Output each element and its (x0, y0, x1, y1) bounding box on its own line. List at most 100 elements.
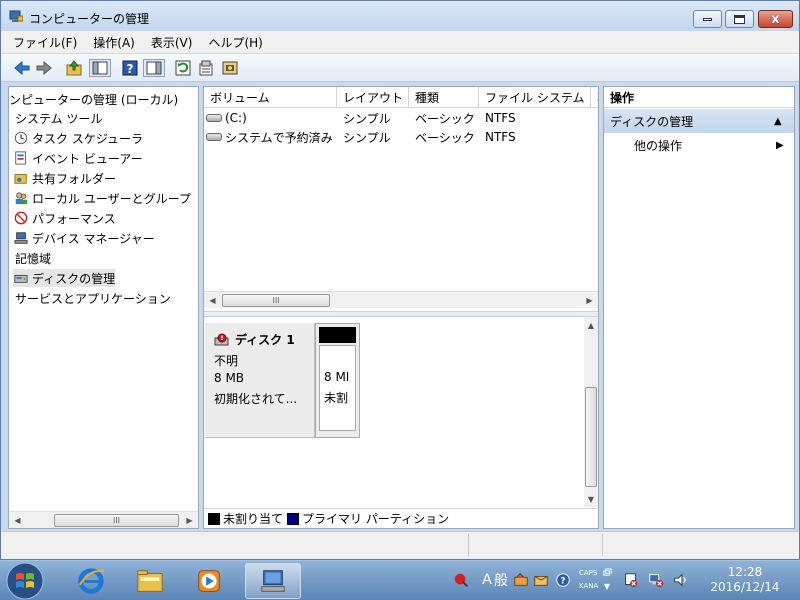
internet-explorer-icon (78, 568, 105, 594)
disk-scroll-thumb[interactable] (585, 387, 597, 487)
column-header-type[interactable]: 種類 (409, 87, 479, 108)
column-header-layout[interactable]: レイアウト (337, 87, 409, 108)
column-header-volume[interactable]: ボリューム (204, 87, 337, 108)
collapse-up-icon[interactable]: ▲ (774, 116, 782, 127)
actions-section-disk-management[interactable]: ディスクの管理 ▲ (604, 109, 794, 133)
drive-icon (206, 133, 222, 141)
network-icon[interactable] (647, 571, 665, 589)
action-center-icon[interactable] (622, 571, 640, 589)
media-player-taskbar-button[interactable] (181, 563, 237, 599)
maximize-icon (734, 14, 745, 24)
tree-item-event-viewer[interactable]: イベント ビューアー (13, 149, 143, 167)
volume-horizontal-scrollbar[interactable]: ◀ III ▶ (204, 291, 598, 308)
volume-list-pane: ボリューム レイアウト 種類 ファイル システム 状 (C:) シンプル ベーシ… (203, 86, 599, 529)
tree-item-label: ンピューターの管理 (ローカル) (9, 92, 179, 107)
minimize-button[interactable] (693, 10, 722, 28)
disk-alert-icon (214, 333, 230, 347)
scroll-up-icon[interactable]: ▲ (584, 317, 598, 334)
computer-management-icon (261, 570, 285, 592)
internet-explorer-taskbar-button[interactable] (63, 563, 119, 599)
volume-type: ベーシック (415, 111, 475, 126)
properties-icon[interactable] (197, 59, 215, 77)
tree-item-services-applications[interactable]: サービスとアプリケーション (15, 289, 171, 307)
status-divider (468, 534, 469, 556)
column-header-filesystem[interactable]: ファイル システム (479, 87, 591, 108)
users-icon (13, 190, 29, 206)
folder-icon (137, 570, 163, 592)
partition-body: 8 MI 未割 (319, 345, 356, 431)
tree-horizontal-scrollbar[interactable]: ◀ III ▶ (9, 511, 198, 528)
computer-management-taskbar-button[interactable] (245, 563, 301, 599)
more-actions-item[interactable]: 他の操作 ▶ (604, 135, 794, 155)
tree-scroll-thumb[interactable]: III (54, 514, 179, 527)
legend-primary-label: プライマリ パーティション (302, 512, 450, 526)
partition-size: 8 MI (324, 370, 350, 384)
menu-help[interactable]: ヘルプ(H) (208, 34, 262, 51)
disk-1-info[interactable]: ディスク 1 不明 8 MB 初期化されて... (205, 323, 315, 438)
volume-name: (C:) (225, 111, 247, 125)
tree-item-label: デバイス マネージャー (32, 231, 155, 246)
tree-item-label: ローカル ユーザーとグループ (32, 191, 191, 206)
status-divider (602, 534, 603, 556)
computer-management-icon (9, 10, 24, 23)
scroll-right-icon[interactable]: ▶ (581, 292, 598, 309)
ime-pad-icon[interactable] (532, 571, 550, 589)
actions-header: 操作 (604, 87, 794, 108)
scroll-left-icon[interactable]: ◀ (9, 512, 26, 529)
ime-tool-icon[interactable] (512, 571, 530, 589)
caps-indicator: CAPS (579, 569, 598, 577)
ime-help-icon[interactable]: ? (554, 571, 572, 589)
tree-item-performance[interactable]: パフォーマンス (13, 209, 116, 227)
tree-item-disk-management[interactable]: ディスクの管理 (13, 269, 116, 287)
shared-folder-icon (13, 170, 29, 186)
back-arrow-icon[interactable] (13, 59, 31, 77)
tree-item-shared-folders[interactable]: 共有フォルダー (13, 169, 116, 187)
volume-speaker-icon[interactable] (672, 571, 690, 589)
ime-conversion-mode[interactable]: 般 (492, 571, 510, 589)
tree-item-task-scheduler[interactable]: タスク スケジューラ (13, 129, 143, 147)
table-row[interactable]: システムで予約済み シンプル ベーシック NTFS (204, 128, 598, 146)
show-hide-action-pane-icon[interactable] (143, 59, 165, 77)
volume-column-headers: ボリューム レイアウト 種類 ファイル システム 状 (204, 87, 598, 108)
partition-state: 未割 (324, 391, 349, 405)
scroll-down-icon[interactable]: ▼ (584, 491, 598, 508)
help-icon[interactable]: ? (121, 59, 139, 77)
disk-vertical-scrollbar[interactable]: ▲ ▼ (584, 317, 598, 507)
menu-action[interactable]: 操作(A) (93, 34, 135, 51)
maximize-button[interactable] (725, 10, 754, 28)
tree-item-system-tools[interactable]: システム ツール (15, 109, 102, 127)
volume-scroll-thumb[interactable]: III (222, 294, 330, 307)
partition-color-bar (319, 327, 356, 343)
clock-time: 12:28 (727, 565, 763, 579)
scroll-left-icon[interactable]: ◀ (204, 292, 221, 309)
menu-view[interactable]: 表示(V) (151, 34, 193, 51)
tree-item-device-manager[interactable]: デバイス マネージャー (13, 229, 155, 247)
tree-item-storage[interactable]: 記憶域 (15, 249, 51, 267)
forward-arrow-icon[interactable] (35, 59, 53, 77)
refresh-icon[interactable] (174, 59, 192, 77)
ime-menu-arrow-icon[interactable]: ▼ (602, 581, 612, 591)
svg-text:?: ? (560, 577, 565, 587)
language-bar-icon[interactable] (452, 571, 470, 589)
explorer-taskbar-button[interactable] (122, 563, 178, 599)
unallocated-partition[interactable]: 8 MI 未割 (315, 323, 360, 438)
tree-item-label: パフォーマンス (32, 211, 116, 226)
column-header-status[interactable]: 状 (591, 87, 598, 108)
show-hide-tree-icon[interactable] (89, 59, 111, 77)
table-row[interactable]: (C:) シンプル ベーシック NTFS (204, 109, 598, 127)
tree-item-local-users-groups[interactable]: ローカル ユーザーとグループ (13, 189, 191, 207)
disk-settings-icon[interactable] (221, 59, 239, 77)
scroll-right-icon[interactable]: ▶ (181, 512, 198, 529)
up-folder-icon[interactable] (65, 59, 83, 77)
svg-text:?: ? (127, 62, 134, 76)
menu-file[interactable]: ファイル(F) (13, 34, 77, 51)
system-clock[interactable]: 12:28 2016/12/14 (700, 565, 790, 595)
actions-section-label: ディスクの管理 (610, 114, 694, 129)
tree-item-computer-management-local[interactable]: ンピューターの管理 (ローカル) (9, 90, 178, 108)
start-button[interactable] (4, 562, 46, 600)
tree-item-label: システム ツール (15, 111, 103, 126)
menu-bar: ファイル(F) 操作(A) 表示(V) ヘルプ(H) (1, 31, 799, 54)
ime-options-icon[interactable] (602, 567, 612, 577)
close-button[interactable]: x (758, 10, 793, 28)
title-bar[interactable]: コンピューターの管理 x (1, 1, 799, 31)
